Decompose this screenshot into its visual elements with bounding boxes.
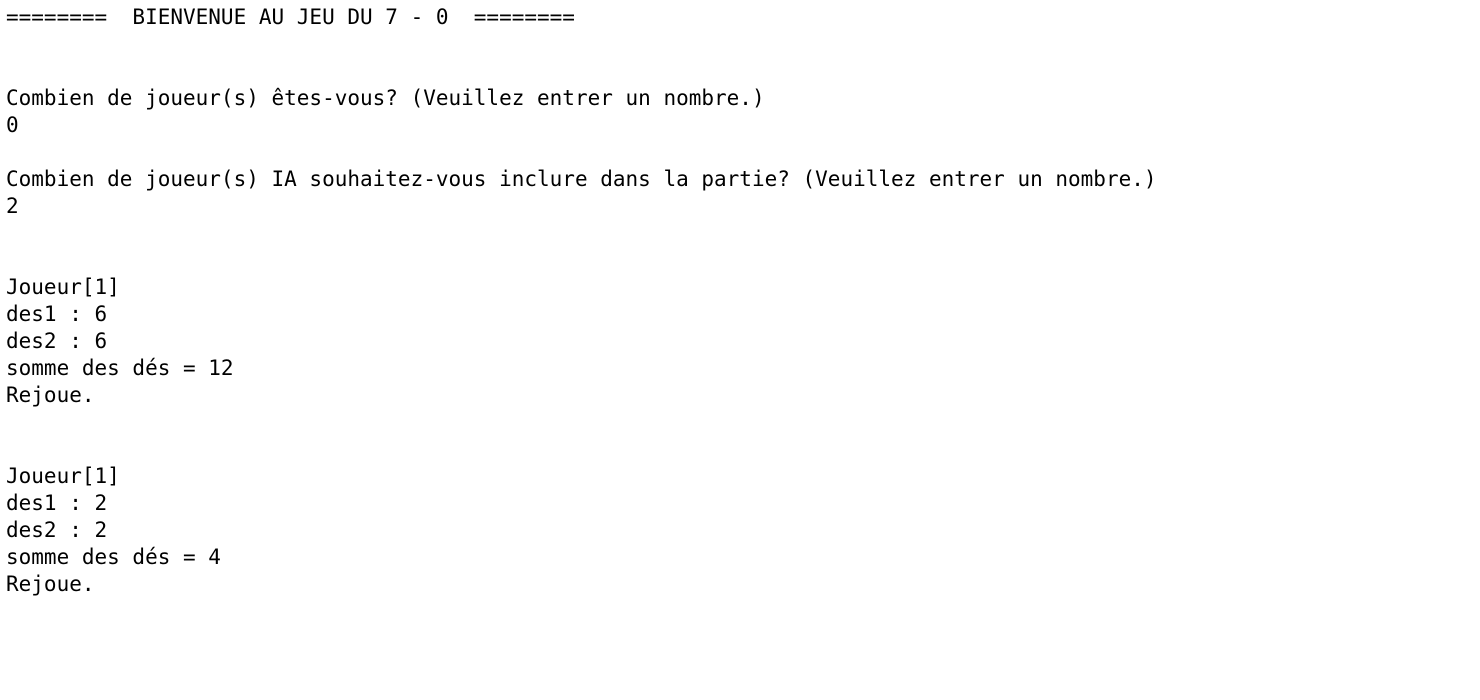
turn-player: Joueur[1] — [6, 275, 120, 299]
console-output: ======== BIENVENUE AU JEU DU 7 - 0 =====… — [0, 0, 1480, 700]
turn-dice-sum: somme des dés = 4 — [6, 545, 221, 569]
players-prompt: Combien de joueur(s) êtes-vous? (Veuille… — [6, 86, 765, 110]
ai-players-input-value: 2 — [6, 194, 19, 218]
turn-dice-sum: somme des dés = 12 — [6, 356, 234, 380]
turn-block: Joueur[1] des1 : 6 des2 : 6 somme des dé… — [6, 274, 1480, 409]
turn-die-2: des2 : 6 — [6, 329, 108, 353]
turn-die-1: des1 : 2 — [6, 491, 108, 515]
turn-block: Joueur[1] des1 : 2 des2 : 2 somme des dé… — [6, 463, 1480, 598]
players-input-value: 0 — [6, 113, 19, 137]
turn-die-1: des1 : 6 — [6, 302, 108, 326]
turn-player: Joueur[1] — [6, 464, 120, 488]
welcome-banner: ======== BIENVENUE AU JEU DU 7 - 0 =====… — [6, 5, 575, 29]
ai-players-prompt: Combien de joueur(s) IA souhaitez-vous i… — [6, 167, 1157, 191]
turn-die-2: des2 : 2 — [6, 518, 108, 542]
turn-result: Rejoue. — [6, 383, 95, 407]
turn-result: Rejoue. — [6, 572, 95, 596]
